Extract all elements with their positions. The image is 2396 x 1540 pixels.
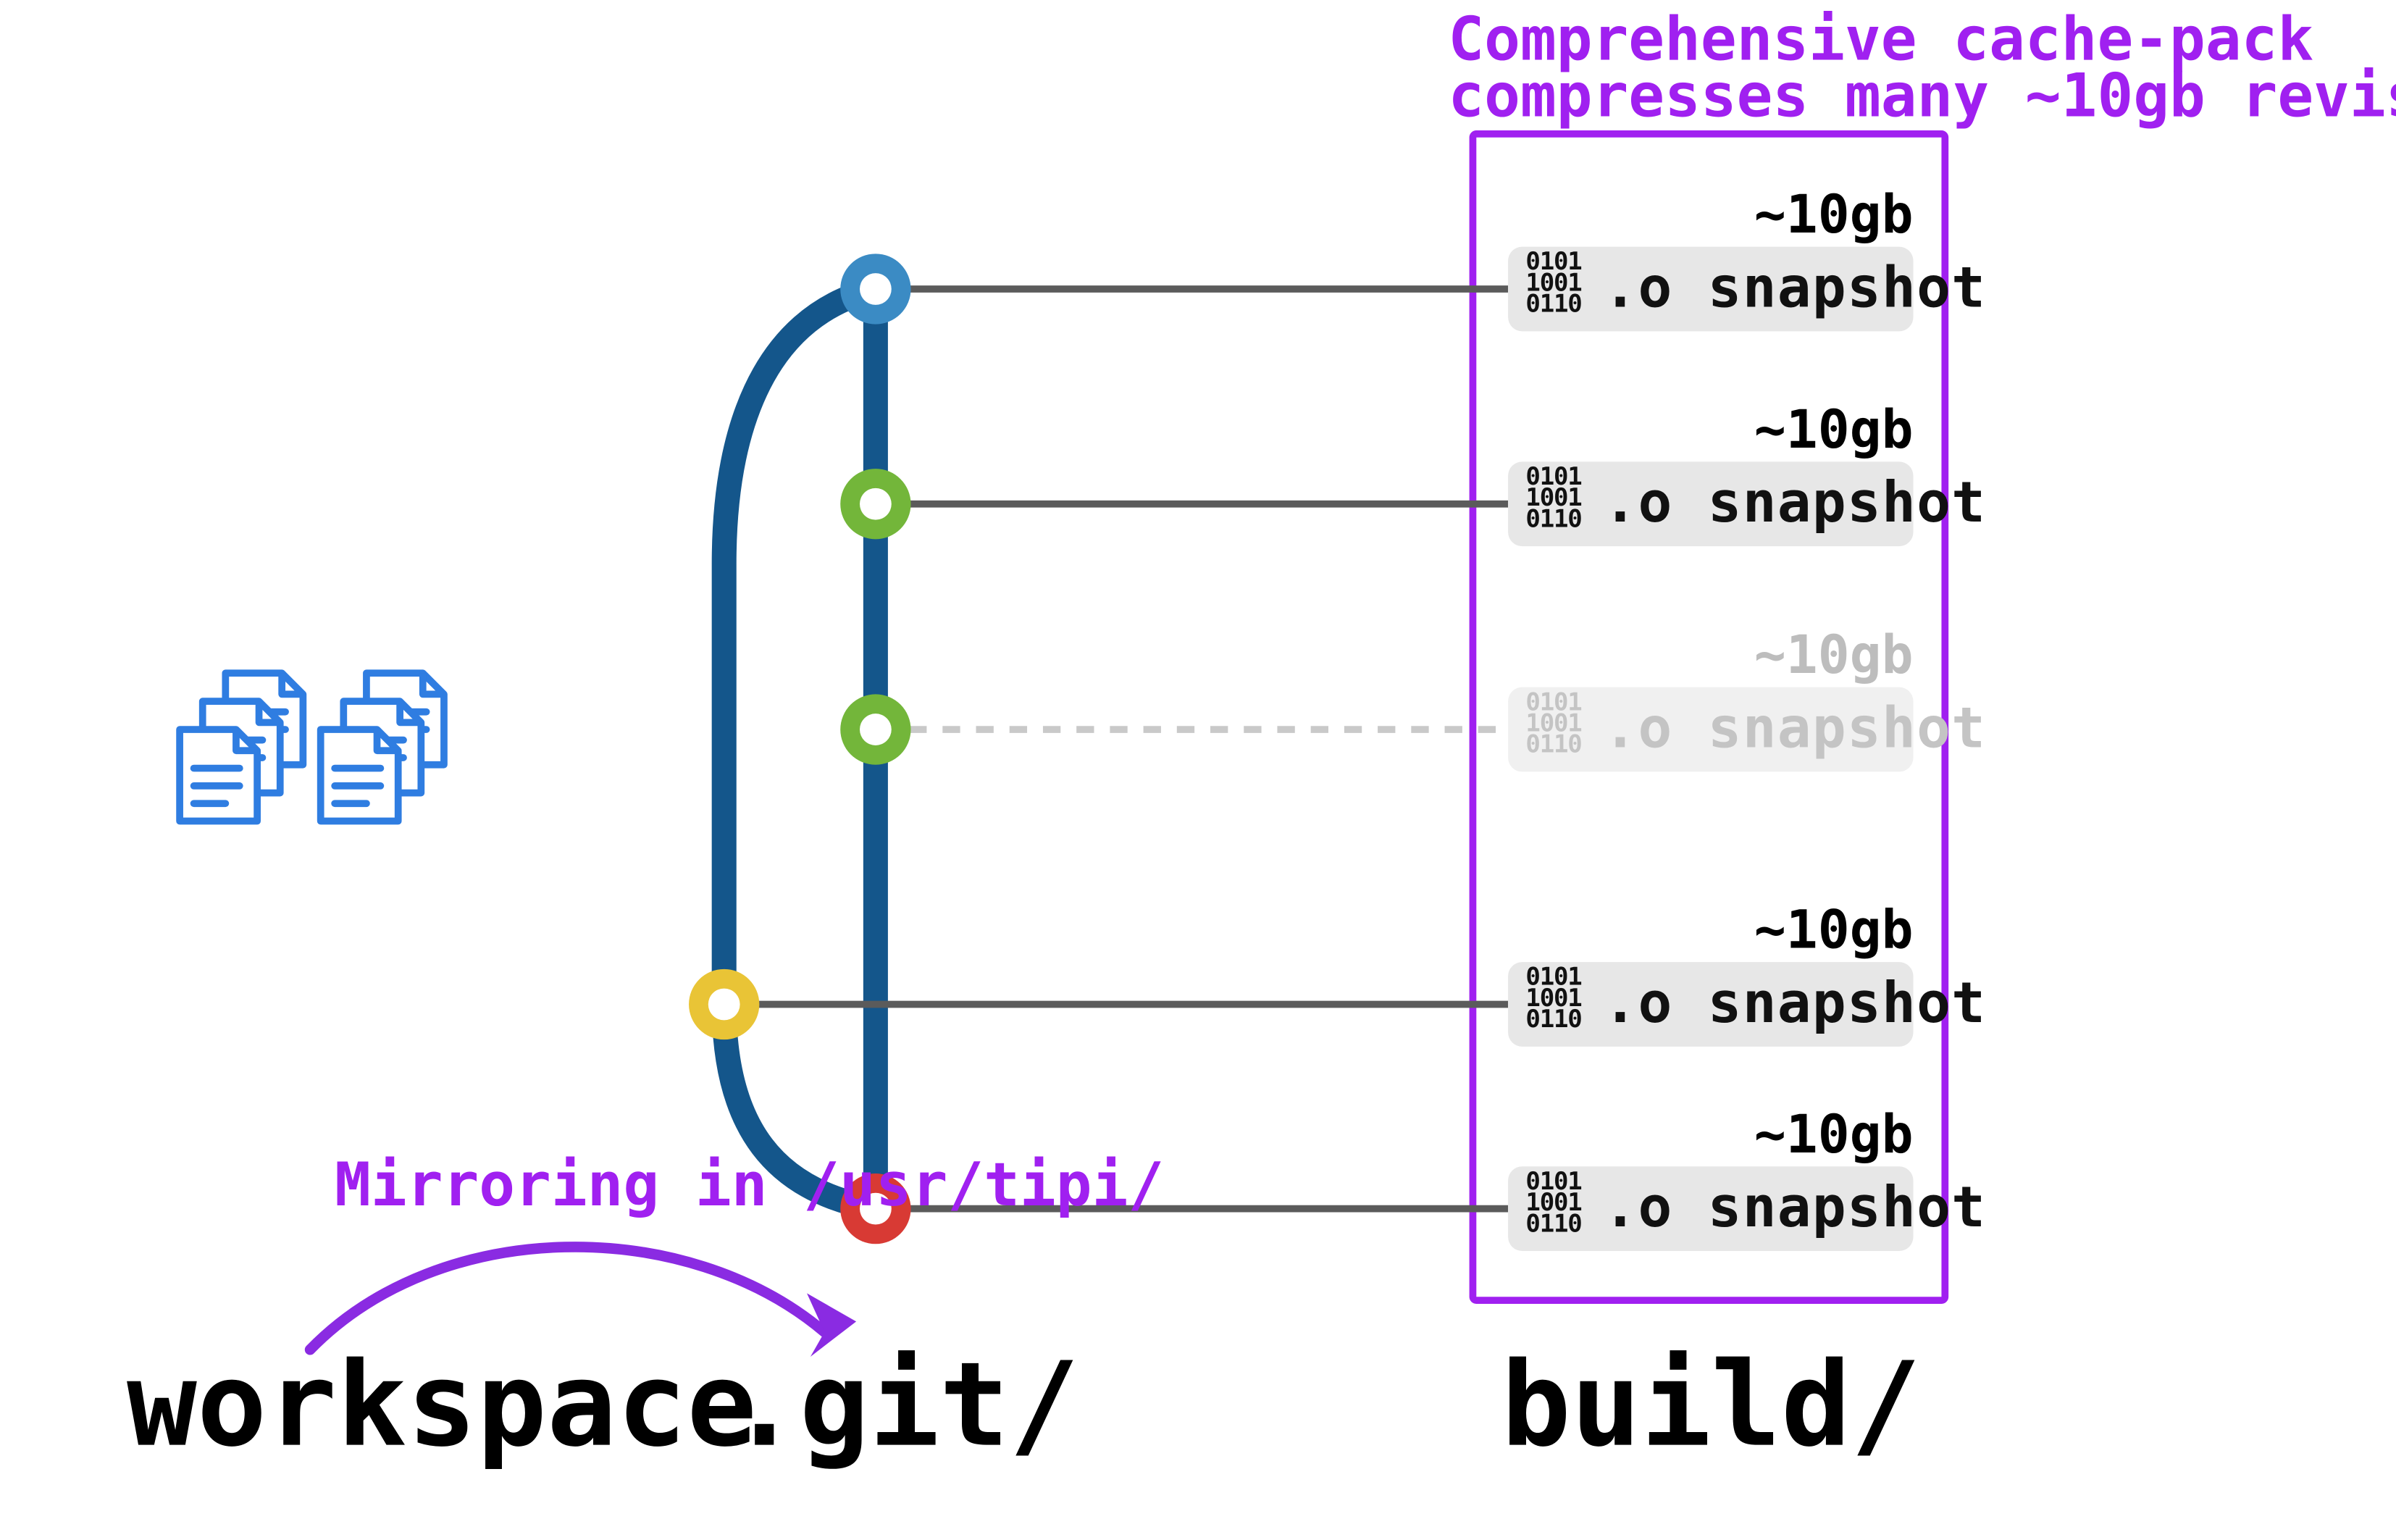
cache-pack-caption-line-2: compresses many ~10gb revisions to ~100m… [1448,61,2396,131]
mirroring-label: Mirroring in /usr/tipi/ [335,1150,1164,1220]
snapshot-label-3: .o snapshot [1603,695,1986,761]
snapshot-box-2: ~10gb 0101 1001 0110 .o snapshot [1508,399,1986,546]
git-label: .git/ [729,1337,1079,1473]
binary-icon: 0101 1001 0110 [1525,247,1581,318]
binary-icon: 0101 1001 0110 [1525,963,1581,1034]
workspace-label: workspace [127,1337,757,1473]
svg-text:0110: 0110 [1525,1005,1581,1034]
snapshot-box-1: ~10gb 0101 1001 0110 .o snapshot [1508,184,1986,331]
svg-text:0110: 0110 [1525,730,1581,759]
snapshot-box-5: ~10gb 0101 1001 0110 .o snapshot [1508,1104,1986,1251]
binary-icon-ghost: 0101 1001 0110 [1525,687,1581,758]
snapshot-size-1: ~10gb [1754,184,1914,246]
snapshot-size-5: ~10gb [1754,1104,1914,1166]
snapshot-label-4: .o snapshot [1603,971,1986,1036]
mirroring-arrow: Mirroring in /usr/tipi/ [310,1150,1164,1357]
svg-text:0110: 0110 [1525,290,1581,319]
connector-lines [724,289,1508,1209]
snapshot-size-3: ~10gb [1754,624,1914,686]
build-label: build/ [1501,1337,1921,1473]
binary-icon: 0101 1001 0110 [1525,1167,1581,1238]
workspace-files-icon [180,673,444,821]
snapshot-label-5: .o snapshot [1603,1175,1986,1240]
binary-icon: 0101 1001 0110 [1525,462,1581,533]
svg-text:0110: 0110 [1525,504,1581,533]
snapshot-box-4: ~10gb 0101 1001 0110 .o snapshot [1508,900,1986,1047]
snapshot-label-1: .o snapshot [1603,255,1986,320]
svg-text:0110: 0110 [1525,1209,1581,1238]
snapshot-box-3-ghost: ~10gb 0101 1001 0110 .o snapshot [1508,624,1986,771]
snapshot-label-2: .o snapshot [1603,470,1986,535]
snapshot-size-2: ~10gb [1754,399,1914,461]
snapshot-size-4: ~10gb [1754,900,1914,961]
